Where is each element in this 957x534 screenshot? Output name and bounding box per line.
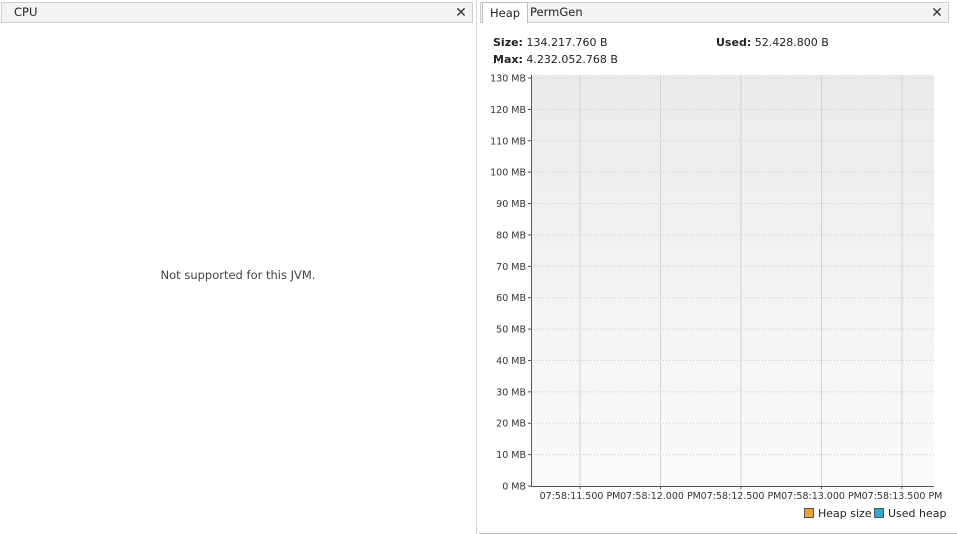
close-icon[interactable]: ✕ — [454, 4, 468, 22]
heap-chart: 0 MB 10 MB 20 MB 30 MB 40 MB 50 MB 60 MB 70 MB 8… — [490, 74, 943, 503]
memory-panel: Heap PermGen ✕ Size: 134.217.760 B Used:… — [479, 0, 957, 534]
x-tick-label: 07:58:12.000 PM — [620, 491, 701, 502]
y-tick-label: 40 MB — [496, 356, 526, 367]
y-tick-label: 60 MB — [496, 293, 526, 304]
legend-swatch-used-heap — [874, 508, 884, 518]
y-tick-label: 90 MB — [496, 199, 526, 210]
legend-used-heap: Used heap — [874, 507, 947, 520]
y-tick-label: 70 MB — [496, 262, 526, 273]
y-tick-label: 30 MB — [496, 387, 526, 398]
y-tick-label: 100 MB — [490, 168, 526, 179]
x-tick-label: 07:58:13.000 PM — [781, 491, 862, 502]
legend-swatch-heap-size — [804, 508, 814, 518]
y-tick-label: 130 MB — [490, 74, 526, 85]
legend-label-heap-size: Heap size — [818, 507, 872, 520]
y-tick-label: 50 MB — [496, 325, 526, 336]
x-tick-label: 07:58:12.500 PM — [701, 491, 782, 502]
y-tick-label: 120 MB — [490, 105, 526, 116]
y-tick-label: 80 MB — [496, 230, 526, 241]
cpu-tab-bar: CPU ✕ — [1, 2, 473, 23]
y-tick-label: 10 MB — [496, 450, 526, 461]
legend-label-used-heap: Used heap — [888, 507, 947, 520]
x-tick-label: 07:58:13.500 PM — [862, 491, 943, 502]
y-tick-label: 20 MB — [496, 419, 526, 430]
y-tick-label: 0 MB — [502, 482, 526, 493]
legend-heap-size: Heap size — [804, 507, 872, 520]
tab-cpu[interactable]: CPU — [7, 2, 44, 23]
cpu-not-supported-message: Not supported for this JVM. — [160, 268, 316, 282]
cpu-panel: CPU ✕ Not supported for this JVM. — [0, 0, 477, 534]
x-tick-label: 07:58:11.500 PM — [540, 491, 621, 502]
y-tick-label: 110 MB — [490, 136, 526, 147]
plot-area — [531, 75, 934, 486]
